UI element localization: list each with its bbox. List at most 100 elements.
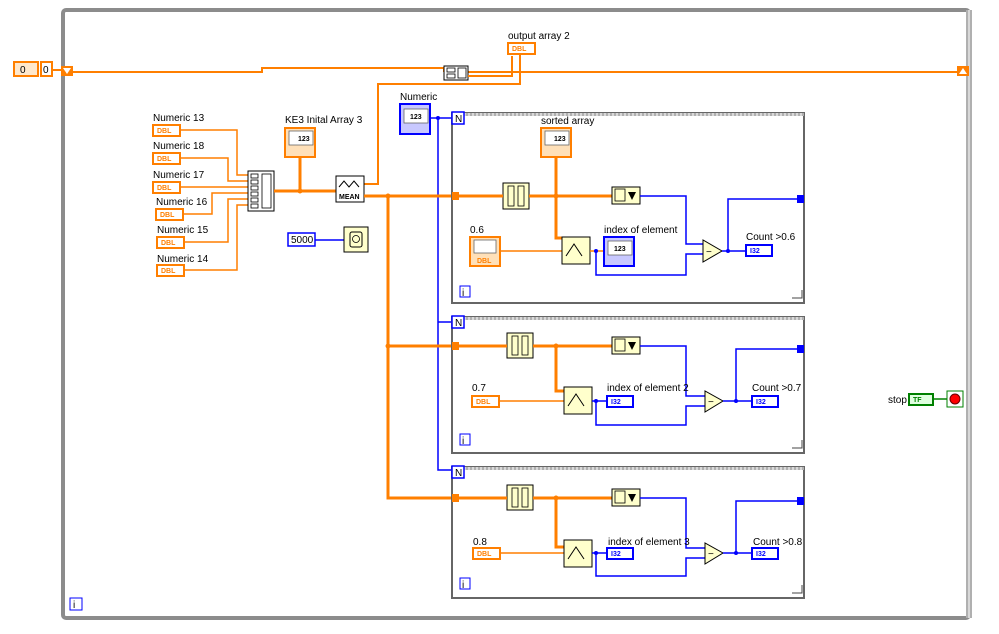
count-06-label: Count >0.6 bbox=[746, 232, 796, 243]
svg-text:Numeric 15: Numeric 15 bbox=[157, 225, 209, 236]
stop-label: stop bbox=[888, 395, 907, 406]
count-07-indicator[interactable]: I32 bbox=[751, 395, 779, 408]
numeric-13-control[interactable]: DBL bbox=[152, 124, 181, 137]
loop3-iteration-terminal: i bbox=[459, 577, 471, 591]
output-array-label: output array 2 bbox=[508, 31, 570, 42]
loop-condition-terminal[interactable] bbox=[946, 390, 964, 408]
svg-text:Numeric 16: Numeric 16 bbox=[156, 197, 208, 208]
block-diagram: i 0 0 output array 2 DBL Numeric 13 Nume… bbox=[13, 8, 972, 620]
sort-array-node-3[interactable] bbox=[506, 484, 534, 511]
array-size-node-2[interactable] bbox=[611, 336, 641, 355]
count-08-indicator[interactable]: I32 bbox=[751, 547, 779, 560]
build-array-node[interactable] bbox=[443, 65, 469, 81]
sorted-array-indicator[interactable]: 123 bbox=[540, 127, 572, 158]
index-element-2-label: index of element 2 bbox=[607, 383, 689, 394]
loop-count-wire bbox=[437, 118, 452, 471]
threshold-1d-node-1[interactable] bbox=[561, 236, 591, 265]
mean-function[interactable]: MEAN bbox=[335, 175, 365, 203]
svg-text:−: − bbox=[708, 549, 714, 560]
svg-text:0: 0 bbox=[20, 65, 26, 76]
svg-text:5000: 5000 bbox=[291, 235, 314, 246]
stop-control[interactable]: TF bbox=[908, 393, 934, 406]
svg-text:I32: I32 bbox=[750, 248, 760, 255]
numeric-label: Numeric bbox=[400, 92, 437, 103]
svg-text:DBL: DBL bbox=[477, 258, 492, 265]
count-07-label: Count >0.7 bbox=[752, 383, 802, 394]
loop2-count-terminal: N bbox=[451, 315, 465, 329]
svg-text:DBL: DBL bbox=[157, 156, 172, 163]
loop1-count-terminal: N bbox=[451, 111, 465, 125]
svg-text:−: − bbox=[706, 247, 712, 258]
shift-register-wire bbox=[52, 67, 957, 73]
svg-text:N: N bbox=[455, 114, 462, 125]
svg-text:DBL: DBL bbox=[512, 46, 527, 53]
svg-text:−: − bbox=[708, 397, 714, 408]
sort-array-node-2[interactable] bbox=[506, 332, 534, 359]
sorted-array-label: sorted array bbox=[541, 116, 594, 127]
numeric-16-control[interactable]: DBL bbox=[155, 208, 184, 221]
svg-text:123: 123 bbox=[410, 114, 422, 121]
svg-text:DBL: DBL bbox=[157, 185, 172, 192]
svg-text:MEAN: MEAN bbox=[339, 194, 360, 201]
svg-text:Numeric 13: Numeric 13 bbox=[153, 113, 205, 124]
array-size-node-1[interactable] bbox=[611, 186, 641, 205]
svg-text:0: 0 bbox=[43, 65, 49, 76]
loop3-count-terminal: N bbox=[451, 465, 465, 479]
svg-text:i: i bbox=[73, 600, 75, 611]
svg-text:I32: I32 bbox=[611, 551, 621, 558]
constant-08-label: 0.8 bbox=[473, 537, 487, 548]
array-size-node-3[interactable] bbox=[611, 488, 641, 507]
shift-register-left[interactable] bbox=[61, 66, 73, 76]
data-array-wire bbox=[364, 194, 455, 500]
index-element-indicator[interactable]: 123 bbox=[603, 236, 635, 267]
shift-register-init[interactable]: 0 0 bbox=[13, 61, 53, 77]
svg-text:DBL: DBL bbox=[157, 128, 172, 135]
svg-text:TF: TF bbox=[913, 397, 922, 404]
svg-text:i: i bbox=[462, 580, 464, 591]
svg-text:N: N bbox=[455, 468, 462, 479]
numeric-control[interactable]: 123 bbox=[399, 103, 431, 135]
svg-text:123: 123 bbox=[554, 136, 566, 143]
wait-constant[interactable]: 5000 bbox=[287, 232, 316, 247]
while-loop-iteration-terminal: i bbox=[69, 597, 83, 611]
for-loop-3[interactable] bbox=[451, 466, 805, 599]
svg-text:Numeric 14: Numeric 14 bbox=[157, 254, 209, 265]
svg-text:I32: I32 bbox=[756, 551, 766, 558]
numeric-15-control[interactable]: DBL bbox=[156, 236, 185, 249]
svg-text:DBL: DBL bbox=[160, 212, 175, 219]
svg-text:DBL: DBL bbox=[476, 399, 491, 406]
initial-array-label: KE3 Inital Array 3 bbox=[285, 115, 363, 126]
svg-text:DBL: DBL bbox=[477, 551, 492, 558]
svg-text:I32: I32 bbox=[611, 399, 621, 406]
svg-text:DBL: DBL bbox=[161, 268, 176, 275]
svg-text:i: i bbox=[462, 288, 464, 299]
index-element-2-indicator[interactable]: I32 bbox=[606, 395, 634, 408]
numeric-14-control[interactable]: DBL bbox=[156, 264, 185, 277]
sort-array-node-1[interactable] bbox=[502, 182, 530, 210]
svg-text:Numeric 17: Numeric 17 bbox=[153, 170, 205, 181]
svg-text:i: i bbox=[462, 436, 464, 447]
index-element-3-label: index of element 3 bbox=[608, 537, 690, 548]
constant-06[interactable]: DBL bbox=[469, 236, 501, 267]
svg-text:N: N bbox=[455, 318, 462, 329]
svg-text:123: 123 bbox=[298, 136, 310, 143]
constant-06-label: 0.6 bbox=[470, 225, 484, 236]
constant-08[interactable]: DBL bbox=[472, 547, 501, 560]
build-array-6-node[interactable] bbox=[247, 170, 275, 212]
svg-text:123: 123 bbox=[614, 246, 626, 253]
count-06-indicator[interactable]: I32 bbox=[745, 244, 773, 257]
index-element-label: index of element bbox=[604, 225, 678, 236]
count-08-label: Count >0.8 bbox=[753, 537, 803, 548]
threshold-1d-node-2[interactable] bbox=[563, 386, 593, 415]
wait-ms-function[interactable] bbox=[343, 226, 369, 253]
loop2-iteration-terminal: i bbox=[459, 433, 471, 447]
threshold-1d-node-3[interactable] bbox=[563, 539, 593, 568]
constant-07[interactable]: DBL bbox=[471, 395, 500, 408]
numeric-17-control[interactable]: DBL bbox=[152, 181, 181, 194]
constant-07-label: 0.7 bbox=[472, 383, 486, 394]
index-element-3-indicator[interactable]: I32 bbox=[606, 547, 634, 560]
initial-array-indicator[interactable]: 123 bbox=[284, 127, 316, 158]
output-array-indicator[interactable]: DBL bbox=[507, 42, 536, 55]
numeric-18-control[interactable]: DBL bbox=[152, 152, 181, 165]
shift-register-right[interactable] bbox=[957, 66, 969, 76]
